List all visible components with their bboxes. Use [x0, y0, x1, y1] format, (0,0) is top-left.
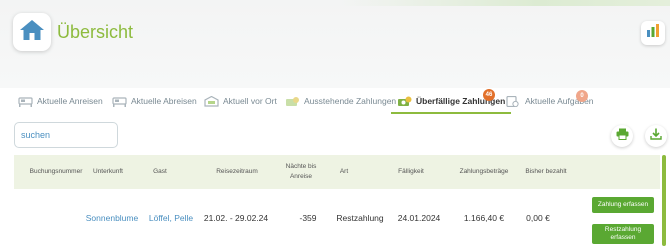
- column-header[interactable]: Art: [331, 155, 357, 189]
- travel-period: 21.02. - 29.02.24: [203, 213, 269, 223]
- nights-until-arrival: -359: [299, 213, 317, 223]
- bed-icon: [18, 96, 33, 107]
- download-icon: [650, 127, 662, 145]
- table-header: Buchungsnummer Unterkunft Gast Reisezeit…: [14, 155, 660, 189]
- record-remaining-payment-button[interactable]: Restzahlung erfassen: [592, 224, 654, 244]
- page-title: Übersicht: [57, 22, 134, 42]
- statistics-button[interactable]: [641, 21, 665, 45]
- column-header[interactable]: Bisher bezahlt: [522, 155, 570, 189]
- printer-icon: [616, 127, 629, 145]
- column-header[interactable]: Gast: [138, 155, 182, 189]
- table-row: Sonnenblume Löffel, Pelle 21.02. - 29.02…: [14, 195, 660, 246]
- clipboard-icon: [506, 95, 521, 107]
- column-header[interactable]: Unterkunft: [84, 155, 132, 189]
- column-header[interactable]: Zahlungsbeträge: [444, 155, 524, 189]
- tab-label: Aktuelle Anreisen: [37, 96, 103, 106]
- tab-aktuell-vor-ort[interactable]: Aktuell vor Ort: [204, 88, 277, 114]
- accommodation-link[interactable]: Sonnenblume: [86, 213, 138, 223]
- paid-amount: 0,00 €: [526, 213, 550, 223]
- home-icon: [19, 19, 45, 46]
- payment-amount: 1.166,40 €: [463, 213, 505, 223]
- tab-label: Aktuelle Abreisen: [131, 96, 197, 106]
- tab-label: Ausstehende Zahlungen: [304, 96, 397, 106]
- money-icon: [285, 96, 300, 107]
- bar-chart-icon: [646, 24, 660, 42]
- due-date: 24.01.2024: [397, 213, 441, 223]
- active-tab-indicator: [391, 112, 512, 114]
- home-button[interactable]: [13, 13, 51, 51]
- tab-label: Aktuell vor Ort: [223, 96, 277, 106]
- tab-bar: Aktuelle Anreisen Aktuelle Abreisen Aktu…: [0, 88, 670, 116]
- money-icon: [397, 96, 412, 107]
- print-button[interactable]: [611, 125, 633, 147]
- search-input[interactable]: [14, 122, 118, 148]
- record-payment-button[interactable]: Zahlung erfassen: [592, 197, 654, 213]
- column-header[interactable]: Fälligkeit: [386, 155, 436, 189]
- column-header[interactable]: Reisezeitraum: [199, 155, 275, 189]
- overdue-count-badge: 46: [483, 89, 495, 101]
- scrollbar[interactable]: [662, 155, 666, 246]
- tab-aktuelle-anreisen[interactable]: Aktuelle Anreisen: [18, 88, 103, 114]
- column-header[interactable]: Nächte bis Anreise: [280, 155, 322, 189]
- header-band: [0, 0, 670, 88]
- bed-icon: [112, 96, 127, 107]
- tab-aktuelle-abreisen[interactable]: Aktuelle Abreisen: [112, 88, 197, 114]
- house-icon: [204, 95, 219, 107]
- tasks-count-badge: 0: [576, 90, 588, 102]
- header-decoration: [340, 0, 670, 6]
- tab-ausstehende-zahlungen[interactable]: Ausstehende Zahlungen: [285, 88, 396, 114]
- guest-link[interactable]: Löffel, Pelle: [149, 213, 193, 223]
- payment-type: Restzahlung: [336, 213, 384, 223]
- download-button[interactable]: [645, 125, 667, 147]
